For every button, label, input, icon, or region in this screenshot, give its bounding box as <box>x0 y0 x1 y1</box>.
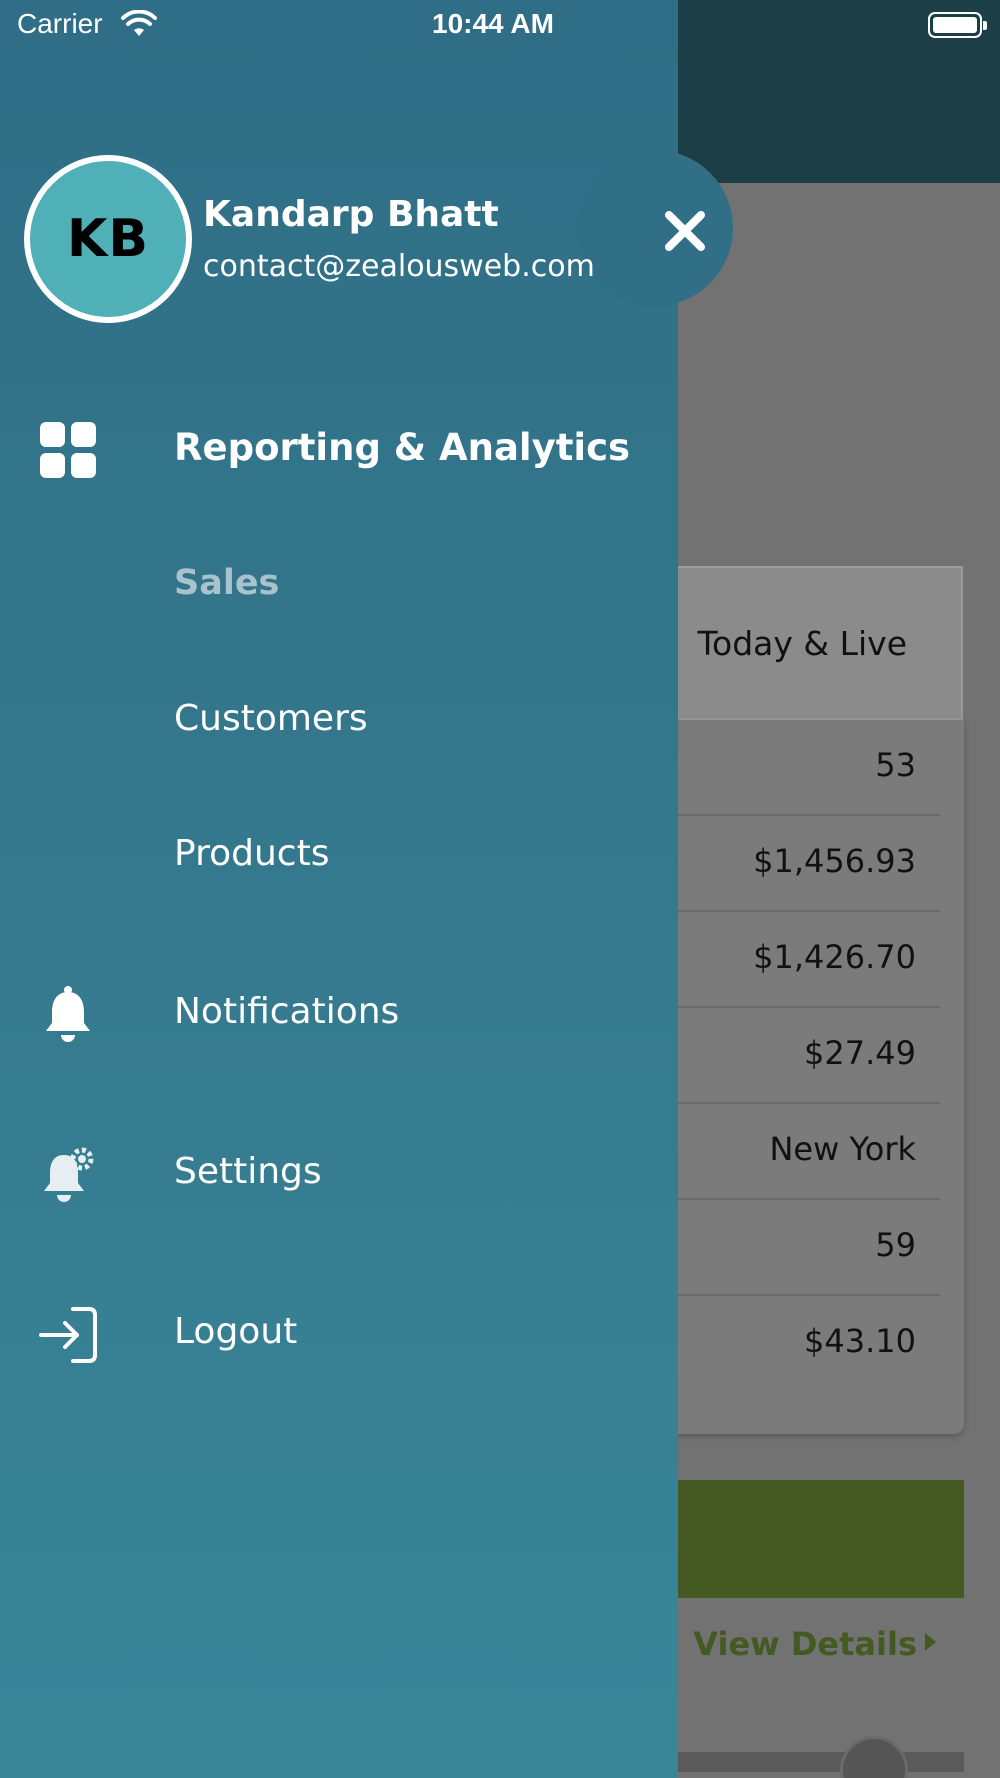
view-details-link[interactable]: View Details <box>693 1625 936 1663</box>
summary-value: $27.49 <box>804 1034 916 1072</box>
menu-label-logout: Logout <box>174 1311 298 1352</box>
menu-label-settings: Settings <box>174 1151 322 1192</box>
caret-right-icon <box>925 1633 936 1651</box>
summary-value: 53 <box>875 746 916 784</box>
menu-label-products: Products <box>174 833 330 874</box>
status-bar: Carrier 10:44 AM <box>0 0 1000 52</box>
summary-value: $1,426.70 <box>753 938 916 976</box>
menu-label-reporting-analytics: Reporting & Analytics <box>174 426 631 469</box>
avatar: KB <box>24 155 192 323</box>
carrier-label: Carrier <box>17 8 103 39</box>
logout-icon <box>36 1305 100 1365</box>
close-icon[interactable] <box>660 206 710 256</box>
menu-item-products[interactable]: Products <box>0 805 678 905</box>
scroll-knob <box>840 1736 908 1778</box>
summary-value: $1,456.93 <box>753 842 916 880</box>
menu-item-logout[interactable]: Logout <box>0 1283 678 1383</box>
summary-value: $43.10 <box>804 1322 916 1360</box>
summary-value: 59 <box>875 1226 916 1264</box>
bell-gear-icon <box>36 1145 100 1205</box>
menu-item-settings[interactable]: Settings <box>0 1123 678 1223</box>
menu-label-sales: Sales <box>174 563 280 603</box>
menu-item-sales[interactable]: Sales <box>0 535 678 635</box>
view-details-label: View Details <box>693 1625 917 1663</box>
menu-label-customers: Customers <box>174 698 368 739</box>
user-email: contact@zealousweb.com <box>203 249 595 284</box>
clock: 10:44 AM <box>432 8 554 39</box>
battery-icon <box>928 12 987 38</box>
menu-item-customers[interactable]: Customers <box>0 670 678 770</box>
today-live-tab-label: Today & Live <box>697 624 907 663</box>
summary-value: New York <box>769 1130 916 1168</box>
grid-icon <box>36 420 100 480</box>
menu-item-notifications[interactable]: Notifications <box>0 963 678 1063</box>
user-name: Kandarp Bhatt <box>203 194 499 235</box>
avatar-initials: KB <box>67 209 149 269</box>
menu-item-reporting-analytics[interactable]: Reporting & Analytics <box>0 398 678 498</box>
wifi-icon <box>121 10 157 36</box>
menu-label-notifications: Notifications <box>174 991 400 1032</box>
bell-icon <box>36 985 100 1045</box>
